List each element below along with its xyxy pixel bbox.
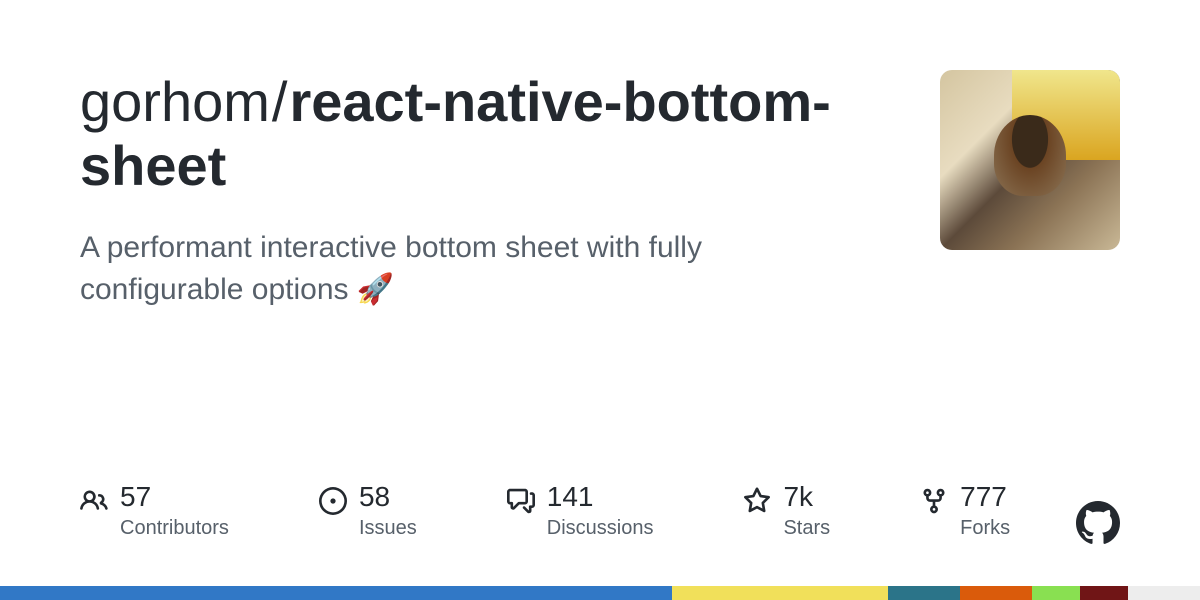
stat-forks[interactable]: 777 Forks: [920, 483, 1010, 540]
forks-label: Forks: [960, 517, 1010, 540]
star-icon: [743, 487, 771, 515]
discussion-icon: [507, 487, 535, 515]
language-segment: [1032, 586, 1080, 600]
issues-label: Issues: [359, 517, 417, 540]
language-segment: [1080, 586, 1128, 600]
language-segment: [672, 586, 888, 600]
language-segment: [960, 586, 1032, 600]
language-segment: [0, 586, 672, 600]
repo-owner[interactable]: gorhom: [80, 70, 270, 133]
stat-stars[interactable]: 7k Stars: [743, 483, 830, 540]
stat-contributors[interactable]: 57 Contributors: [80, 483, 229, 540]
language-segment: [1128, 586, 1200, 600]
fork-icon: [920, 487, 948, 515]
contributors-label: Contributors: [120, 517, 229, 540]
owner-avatar[interactable]: [940, 70, 1120, 250]
github-logo-icon[interactable]: [1076, 501, 1120, 545]
repo-stats: 57 Contributors 58 Issues 141 Discussion…: [80, 483, 1120, 540]
forks-count: 777: [960, 483, 1010, 511]
stat-discussions[interactable]: 141 Discussions: [507, 483, 654, 540]
title-slash: /: [272, 70, 288, 133]
language-bar: [0, 586, 1200, 600]
stat-issues[interactable]: 58 Issues: [319, 483, 417, 540]
stars-count: 7k: [783, 483, 830, 511]
language-segment: [888, 586, 960, 600]
issue-icon: [319, 487, 347, 515]
repo-title: gorhom/react-native-bottom-sheet: [80, 70, 900, 199]
contributors-count: 57: [120, 483, 229, 511]
issues-count: 58: [359, 483, 417, 511]
repo-description: A performant interactive bottom sheet wi…: [80, 227, 860, 311]
discussions-label: Discussions: [547, 517, 654, 540]
people-icon: [80, 487, 108, 515]
discussions-count: 141: [547, 483, 654, 511]
stars-label: Stars: [783, 517, 830, 540]
